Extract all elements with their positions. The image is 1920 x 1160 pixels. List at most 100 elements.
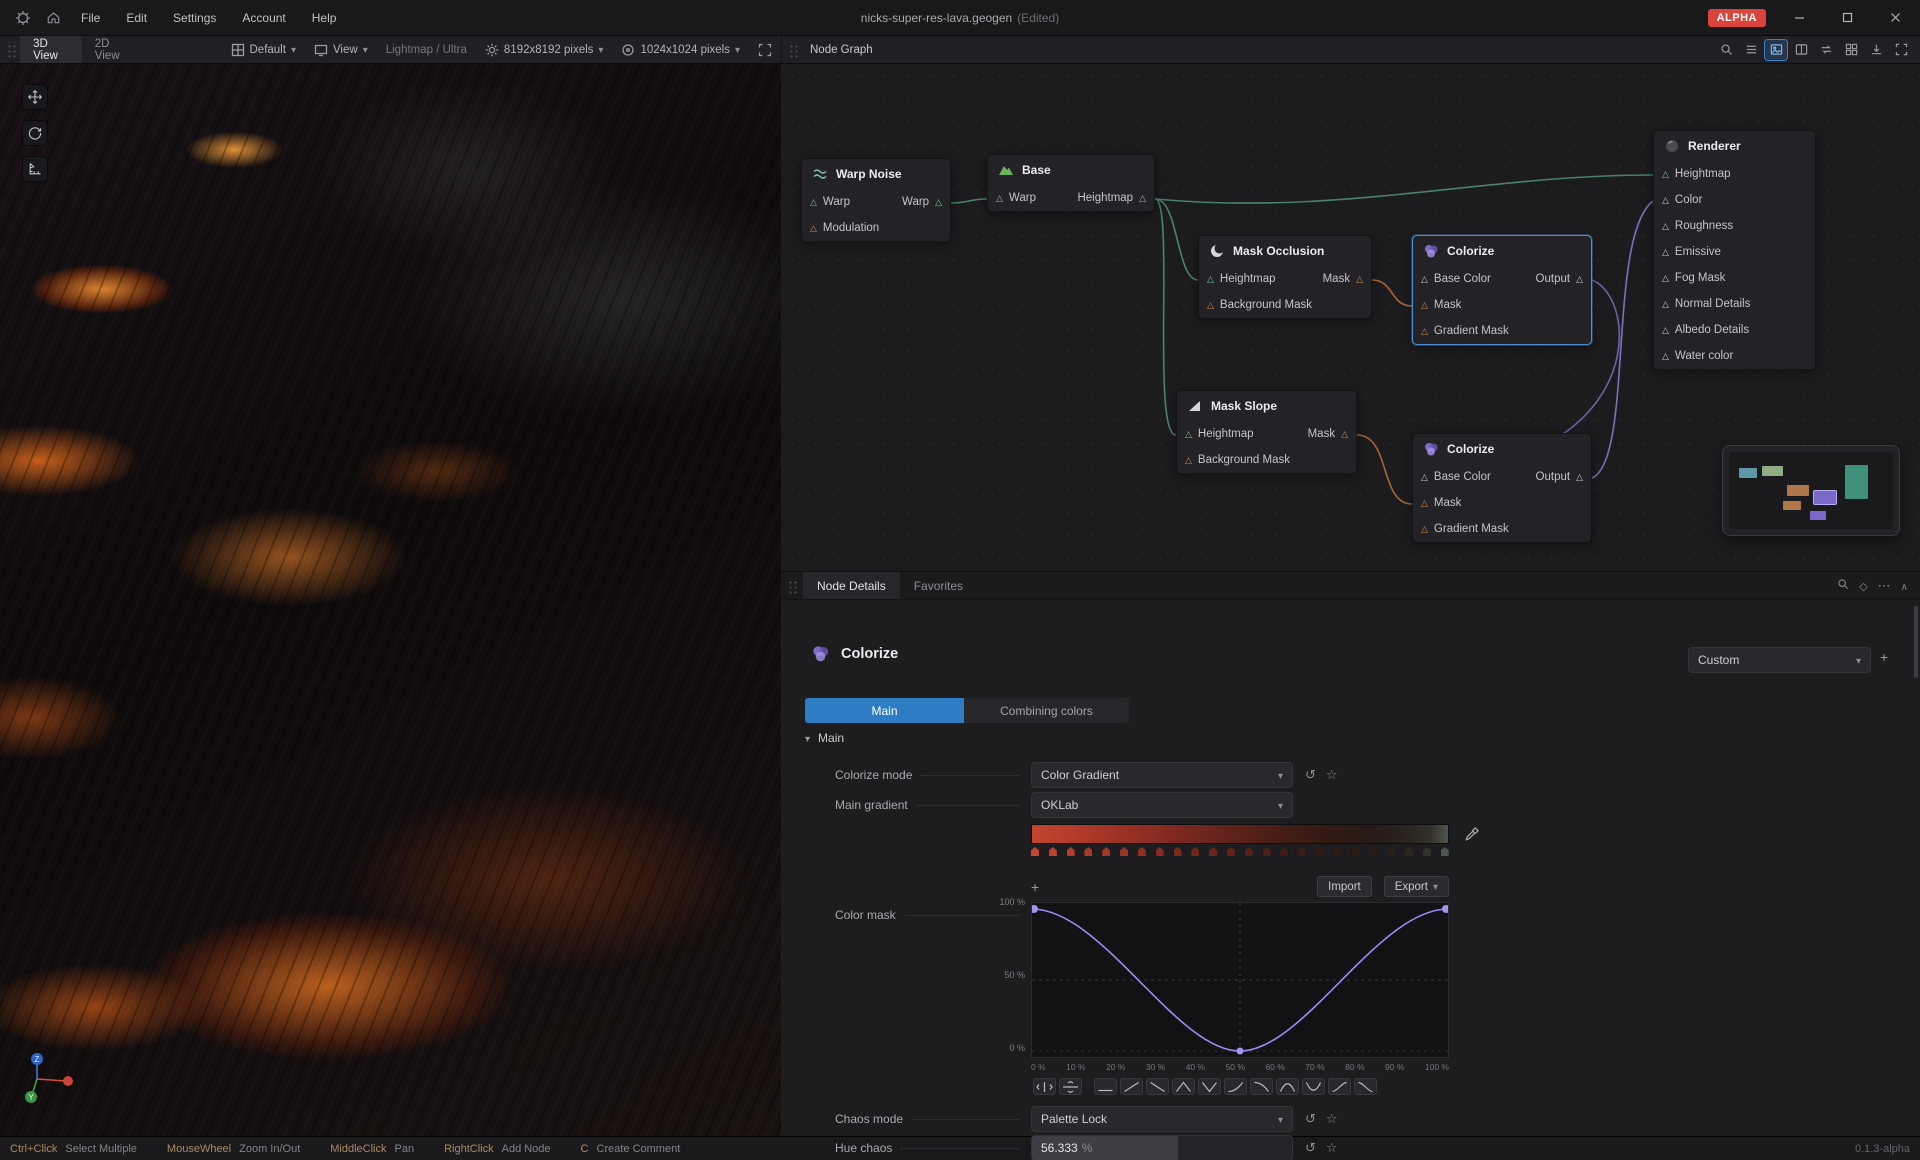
chaos-mode-select[interactable]: Palette Lock bbox=[1031, 1106, 1293, 1132]
viewport-fullscreen-button[interactable] bbox=[749, 36, 781, 63]
port-in-icon[interactable] bbox=[1421, 275, 1428, 284]
collapse-panel-icon[interactable] bbox=[1865, 40, 1887, 60]
lightmap-quality-label[interactable]: Lightmap / Ultra bbox=[377, 36, 476, 63]
rotate-tool-button[interactable] bbox=[22, 120, 48, 146]
menu-help[interactable]: Help bbox=[301, 7, 348, 29]
gradient-bar[interactable] bbox=[1031, 824, 1449, 844]
list-icon[interactable] bbox=[1740, 40, 1762, 60]
port-in-icon[interactable] bbox=[1662, 222, 1669, 231]
curve-preset-ease-down[interactable] bbox=[1250, 1078, 1273, 1095]
gradient-stop[interactable] bbox=[1227, 847, 1235, 856]
gradient-stop[interactable] bbox=[1191, 847, 1199, 856]
port-in-icon[interactable] bbox=[1185, 456, 1192, 465]
port-in-icon[interactable] bbox=[1662, 248, 1669, 257]
curve-point[interactable] bbox=[1032, 905, 1038, 913]
curve-preset-linear-down[interactable] bbox=[1146, 1078, 1169, 1095]
menu-settings[interactable]: Settings bbox=[162, 7, 227, 29]
grid-icon[interactable] bbox=[1840, 40, 1862, 60]
curve-preset-z[interactable] bbox=[1354, 1078, 1377, 1095]
port-in-icon[interactable] bbox=[1662, 170, 1669, 179]
port-in-icon[interactable] bbox=[1662, 326, 1669, 335]
tab-2d-view[interactable]: 2D View bbox=[82, 36, 144, 63]
curve-preset-u[interactable] bbox=[1302, 1078, 1325, 1095]
port-out-icon[interactable] bbox=[1576, 473, 1583, 482]
menu-edit[interactable]: Edit bbox=[115, 7, 158, 29]
gradient-stop[interactable] bbox=[1209, 847, 1217, 856]
port-out-icon[interactable] bbox=[1356, 275, 1363, 284]
gradient-stop[interactable] bbox=[1387, 847, 1395, 856]
port-out-icon[interactable] bbox=[1139, 194, 1146, 203]
preset-select[interactable]: Custom bbox=[1688, 647, 1871, 673]
port-in-icon[interactable] bbox=[1185, 430, 1192, 439]
curve-preset-flat[interactable] bbox=[1094, 1078, 1117, 1095]
gradient-stop[interactable] bbox=[1245, 847, 1253, 856]
image-icon[interactable] bbox=[1765, 40, 1787, 60]
export-button[interactable]: Export bbox=[1384, 876, 1449, 897]
node-renderer[interactable]: Renderer Heightmap Color Roughness Emiss… bbox=[1653, 130, 1816, 370]
search-icon[interactable] bbox=[1715, 40, 1737, 60]
filter-icon[interactable] bbox=[1859, 579, 1867, 593]
gradient-stop[interactable] bbox=[1031, 847, 1039, 856]
port-out-icon[interactable] bbox=[1341, 430, 1348, 439]
layout-select[interactable]: Default bbox=[222, 36, 305, 63]
node-mask-occlusion[interactable]: Mask Occlusion Heightmap Mask Background… bbox=[1198, 235, 1372, 319]
texture-size-select[interactable]: 1024x1024 pixels bbox=[612, 36, 749, 63]
reset-icon[interactable] bbox=[1305, 1140, 1316, 1156]
curve-preset-ease-up[interactable] bbox=[1224, 1078, 1247, 1095]
main-gradient-select[interactable]: OKLab bbox=[1031, 792, 1293, 818]
curve-preset-peak[interactable] bbox=[1172, 1078, 1195, 1095]
port-in-icon[interactable] bbox=[1662, 196, 1669, 205]
gradient-stop[interactable] bbox=[1138, 847, 1146, 856]
gradient-stop[interactable] bbox=[1280, 847, 1288, 856]
scale-tool-button[interactable] bbox=[22, 156, 48, 182]
gradient-stop[interactable] bbox=[1084, 847, 1092, 856]
menu-account[interactable]: Account bbox=[231, 7, 296, 29]
curve-mirror-y-button[interactable] bbox=[1059, 1078, 1082, 1095]
curve-preset-linear-up[interactable] bbox=[1120, 1078, 1143, 1095]
curve-preset-s[interactable] bbox=[1328, 1078, 1351, 1095]
curve-point[interactable] bbox=[1442, 905, 1448, 913]
node-graph[interactable]: Warp Noise Warp Warp Modulation Base bbox=[781, 64, 1920, 571]
curve-preset-valley[interactable] bbox=[1198, 1078, 1221, 1095]
port-in-icon[interactable] bbox=[810, 198, 817, 207]
favorite-icon[interactable] bbox=[1326, 1140, 1338, 1156]
port-in-icon[interactable] bbox=[1421, 473, 1428, 482]
port-out-icon[interactable] bbox=[1576, 275, 1583, 284]
node-base[interactable]: Base Warp Heightmap bbox=[987, 154, 1155, 212]
colorize-mode-select[interactable]: Color Gradient bbox=[1031, 762, 1293, 788]
port-in-icon[interactable] bbox=[1421, 301, 1428, 310]
split-layout-icon[interactable] bbox=[1790, 40, 1812, 60]
gradient-stop[interactable] bbox=[1263, 847, 1271, 856]
node-mask-slope[interactable]: Mask Slope Heightmap Mask Background Mas… bbox=[1176, 390, 1357, 474]
drag-handle-icon[interactable] bbox=[787, 578, 799, 594]
reset-icon[interactable] bbox=[1305, 767, 1316, 783]
graph-minimap[interactable] bbox=[1722, 445, 1900, 536]
tab-combining-colors[interactable]: Combining colors bbox=[964, 698, 1129, 723]
gradient-stop[interactable] bbox=[1423, 847, 1431, 856]
port-in-icon[interactable] bbox=[1421, 327, 1428, 336]
port-in-icon[interactable] bbox=[1662, 352, 1669, 361]
tab-node-details[interactable]: Node Details bbox=[803, 572, 900, 599]
node-warp-noise[interactable]: Warp Noise Warp Warp Modulation bbox=[801, 158, 951, 242]
gradient-stop[interactable] bbox=[1067, 847, 1075, 856]
color-mask-curve[interactable] bbox=[1031, 902, 1449, 1058]
resolution-select[interactable]: 8192x8192 pixels bbox=[476, 36, 613, 63]
add-preset-button[interactable] bbox=[1880, 649, 1888, 665]
tab-main[interactable]: Main bbox=[805, 698, 964, 723]
port-out-icon[interactable] bbox=[935, 198, 942, 207]
gradient-stop[interactable] bbox=[1405, 847, 1413, 856]
hue-chaos-slider[interactable]: 56.333% bbox=[1031, 1135, 1293, 1160]
add-gradient-stop-button[interactable] bbox=[1031, 879, 1039, 895]
more-options-icon[interactable] bbox=[1878, 578, 1891, 594]
menu-file[interactable]: File bbox=[70, 7, 111, 29]
close-button[interactable] bbox=[1880, 6, 1910, 30]
curve-mirror-x-button[interactable] bbox=[1033, 1078, 1056, 1095]
reset-icon[interactable] bbox=[1305, 1111, 1316, 1127]
gradient-stop[interactable] bbox=[1369, 847, 1377, 856]
gradient-stop[interactable] bbox=[1334, 847, 1342, 856]
port-in-icon[interactable] bbox=[1662, 274, 1669, 283]
curve-preset-bell[interactable] bbox=[1276, 1078, 1299, 1095]
gradient-stop[interactable] bbox=[1174, 847, 1182, 856]
view-select[interactable]: View bbox=[305, 36, 377, 63]
gradient-stop[interactable] bbox=[1120, 847, 1128, 856]
